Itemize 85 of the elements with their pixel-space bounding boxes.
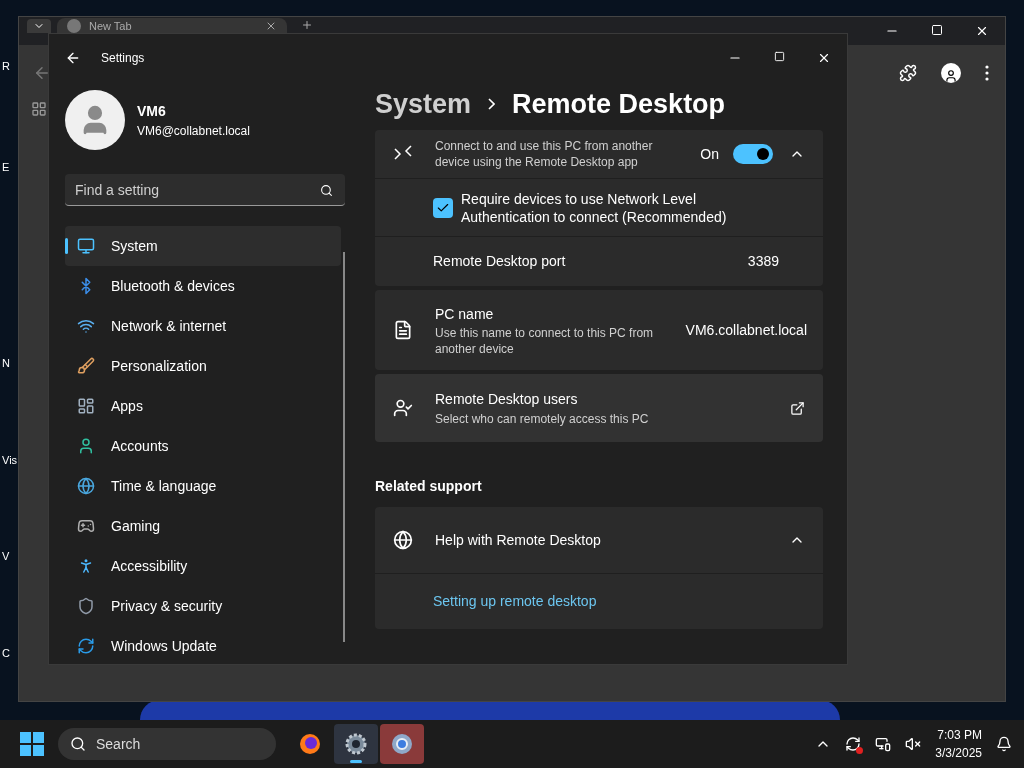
remote-users-card[interactable]: Remote Desktop users Select who can remotely access this PC [375, 374, 823, 442]
nav-item[interactable]: System [65, 226, 341, 266]
checkbox[interactable] [433, 197, 453, 218]
back-icon [33, 64, 51, 82]
desktop-icon-label[interactable]: N [0, 355, 18, 372]
nav-item[interactable]: Accounts [65, 426, 341, 466]
port-label: Remote Desktop port [433, 252, 566, 271]
find-setting-field[interactable]: Find a setting [65, 174, 345, 206]
desktop-icon-label[interactable]: C [0, 644, 18, 661]
external-link-icon [790, 400, 805, 416]
network-icon [875, 736, 892, 752]
running-indicator [350, 760, 362, 763]
chevron-right-icon [488, 98, 496, 110]
privacy-icon [77, 597, 95, 615]
nav-item[interactable]: Privacy & security [65, 586, 341, 626]
desktop-icon-label[interactable]: Vis [0, 451, 18, 468]
page-title: Remote Desktop [512, 87, 726, 121]
desktop-icon-label[interactable]: E [0, 158, 18, 175]
user-check-icon [393, 398, 413, 418]
pc-name-description: Use this name to connect to this PC from another device [435, 324, 655, 357]
taskbar-app-button[interactable] [380, 724, 424, 764]
windows-logo-icon[interactable] [20, 732, 44, 756]
checkbox-label: Require devices to use Network Level Authentication to connect (Recommended) [461, 189, 728, 226]
nav-item[interactable]: Gaming [65, 506, 341, 546]
new-tab-icon [301, 19, 313, 31]
gaming-icon [77, 517, 95, 535]
remote-users-title: Remote Desktop users [435, 389, 579, 409]
help-title: Help with Remote Desktop [435, 530, 601, 550]
time-icon [77, 477, 95, 495]
browser-icon [390, 732, 414, 756]
muted-speaker-icon [905, 736, 922, 752]
user-email: VM6@collabnet.local [137, 122, 250, 140]
maximize-icon [774, 51, 785, 62]
update-icon [77, 637, 95, 655]
selection-indicator [65, 238, 68, 254]
accounts-icon [77, 437, 95, 455]
nav-item[interactable]: Time & language [65, 466, 341, 506]
tab-list-button[interactable] [27, 19, 51, 33]
help-link[interactable]: Setting up remote desktop [433, 591, 597, 612]
menu-icon[interactable] [985, 65, 989, 81]
port-value: 3389 [747, 252, 779, 271]
scrollbar[interactable] [343, 252, 345, 642]
taskbar-app-button[interactable] [334, 724, 378, 764]
apps-icon [77, 397, 95, 415]
user-avatar [65, 90, 125, 150]
brush-icon [77, 357, 95, 375]
user-name: VM6 [137, 101, 167, 121]
taskbar-search-field[interactable]: Search [58, 728, 276, 760]
nav-item[interactable]: Apps [65, 386, 341, 426]
clock-date[interactable]: 3/3/2025 [935, 744, 982, 762]
nav-item[interactable]: Personalization [65, 346, 341, 386]
notification-bell-icon [996, 736, 1012, 752]
toggle-state-label: On [700, 144, 719, 164]
remote-users-description: Select who can remotely access this PC [435, 410, 649, 428]
section-heading: Related support [375, 477, 483, 496]
extensions-icon [899, 64, 917, 82]
desktop-icon-label[interactable]: R [0, 58, 18, 75]
desktop-icon-label[interactable]: V [0, 548, 18, 565]
nav-item[interactable]: Windows Update [65, 626, 341, 666]
nav-item[interactable]: Bluetooth & devices [65, 266, 341, 306]
system-icon [77, 237, 95, 255]
apps-grid-icon [31, 101, 47, 117]
window-title: Settings [101, 50, 145, 67]
nav-item[interactable]: Network & internet [65, 306, 341, 346]
toggle-switch[interactable] [733, 144, 773, 164]
search-icon [320, 184, 333, 197]
sync-alert-icon[interactable] [845, 736, 862, 752]
breadcrumb-parent[interactable]: System [375, 83, 472, 125]
maximize-icon [931, 24, 943, 36]
nav-item[interactable]: Accessibility [65, 546, 341, 586]
firefox-icon [298, 732, 322, 756]
pc-name-value: VM6.collabnet.local [685, 320, 807, 340]
close-icon [817, 51, 831, 65]
pc-name-title: PC name [435, 304, 495, 324]
remote-desktop-description: Connect to and use this PC from another device using the Remote Desktop app [435, 138, 654, 170]
network-icon [77, 317, 95, 335]
browser-tab[interactable]: New Tab [57, 18, 287, 33]
search-icon [70, 736, 86, 752]
profile-avatar[interactable] [941, 63, 961, 83]
close-icon [975, 24, 989, 38]
gear-icon [344, 732, 368, 756]
document-icon [393, 320, 413, 340]
clock-time[interactable]: 7:03 PM [937, 726, 982, 744]
tab-title: New Tab [89, 19, 132, 32]
back-icon [65, 50, 81, 66]
